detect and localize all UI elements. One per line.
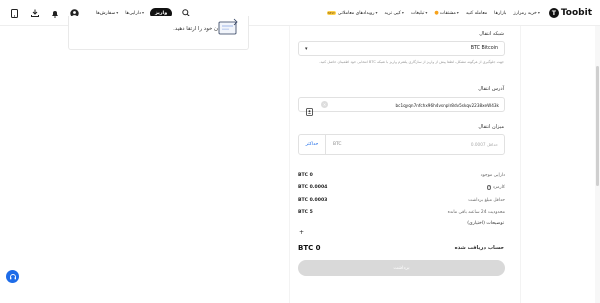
detail-key: دارایی موجود <box>480 173 505 178</box>
address-book-icon[interactable] <box>306 101 313 120</box>
nav-promotions[interactable]: تبلیغات <box>411 10 428 16</box>
mobile-download-icon[interactable] <box>9 8 20 19</box>
support-chat-button[interactable] <box>6 270 19 283</box>
notification-bell-icon[interactable] <box>49 8 60 19</box>
detail-value: BTC 0.0003 <box>298 198 328 203</box>
detail-24h-limit: محدودیت 24 ساعته باقی مانده BTC 5 <box>298 210 505 218</box>
amount-label: میزان انتقال <box>478 124 504 130</box>
upgrade-illustration-icon <box>218 18 238 35</box>
upgrade-promo-card: ن خود را ارتقا دهید. <box>68 16 249 50</box>
add-notes-plus-icon[interactable]: + <box>299 229 304 236</box>
upgrade-promo-text: ن خود را ارتقا دهید. <box>173 26 218 32</box>
fire-icon: ● <box>434 10 439 16</box>
network-label: شبکه انتقال <box>479 31 504 37</box>
nav-markets[interactable]: بازارها <box>494 11 506 16</box>
amount-input-placeholder: حداقل 0.0007 <box>470 142 498 147</box>
page-scrollbar[interactable] <box>595 26 600 303</box>
detail-fee: کارمزد ? BTC 0.0004 <box>298 185 505 193</box>
nav-trading-events[interactable]: NEW رویدادهای معاملاتی <box>326 10 378 16</box>
info-icon[interactable]: ? <box>486 185 492 190</box>
brand-logo[interactable]: T Toobit <box>548 8 592 18</box>
detail-value: BTC 0.0004 <box>298 185 328 190</box>
nav-buy-crypto[interactable]: خرید رمزارز <box>513 10 539 16</box>
network-select[interactable]: BTC Bitcoin ▾ <box>298 41 505 56</box>
receive-label: حساب دریافت شده <box>454 245 504 251</box>
nav-derivatives[interactable]: ●مشتقات <box>434 10 458 16</box>
network-select-value: BTC Bitcoin <box>470 46 498 51</box>
detail-key: حداقل مبلغ برداشت <box>468 198 505 203</box>
receive-value: BTC 0 <box>298 244 321 252</box>
detail-key: محدودیت 24 ساعته باقی مانده <box>447 210 505 215</box>
scrollbar-thumb[interactable] <box>596 66 599 186</box>
detail-min-withdraw: حداقل مبلغ برداشت BTC 0.0003 <box>298 198 505 206</box>
detail-key: کارمزد ? <box>486 185 505 190</box>
headset-icon <box>9 273 16 279</box>
nav-copy-trade[interactable]: کپی ترید <box>385 10 404 16</box>
toobit-logo-icon: T <box>548 8 559 18</box>
withdraw-submit-button[interactable]: برداشت <box>298 260 505 276</box>
chevron-down-icon: ▾ <box>305 46 308 52</box>
nav-trade[interactable]: معامله کنید <box>466 11 487 16</box>
max-amount-button[interactable]: حداکثر <box>299 135 326 154</box>
download-icon[interactable] <box>29 8 40 19</box>
header-right-group: NEWرویدادهای معاملاتی کپی ترید تبلیغات ●… <box>320 0 592 26</box>
clear-input-icon[interactable]: × <box>321 101 328 108</box>
detail-value: BTC 5 <box>298 210 313 215</box>
notes-label: توضیحات (اختیاری) <box>467 221 504 226</box>
withdraw-panel: شبکه انتقال BTC Bitcoin ▾ جهت جلوگیری از… <box>289 26 521 303</box>
address-input-value: bc1qyqn7nfchx96h4vsnplr8dv5skqv2238xeW43… <box>395 102 500 108</box>
amount-unit: BTC <box>333 142 342 147</box>
address-label: آدرس انتقال <box>478 86 504 92</box>
address-input[interactable]: bc1qyqn7nfchx96h4vsnplr8dv5skqv2238xeW43… <box>298 97 505 116</box>
detail-value: BTC 0 <box>298 173 313 178</box>
network-note: جهت جلوگیری از هرگونه مشکل، لطفا پیش از … <box>319 60 504 64</box>
amount-input[interactable]: حداقل 0.0007 BTC حداکثر <box>298 134 505 155</box>
detail-available-balance: دارایی موجود BTC 0 <box>298 173 505 181</box>
new-badge: NEW <box>326 11 336 15</box>
